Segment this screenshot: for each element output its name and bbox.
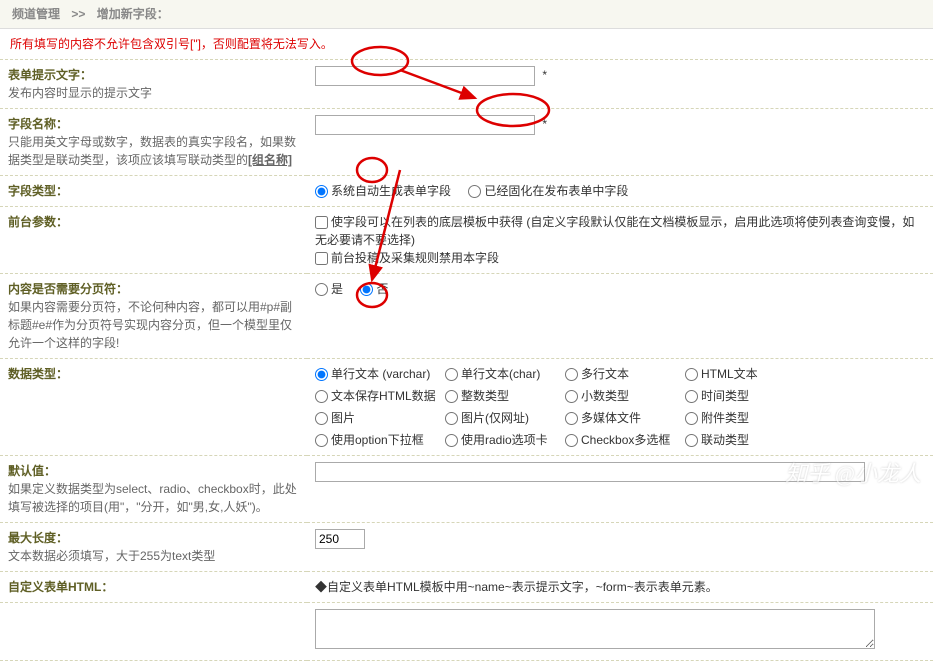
- label-fieldtype: 字段类型：: [8, 184, 68, 198]
- crumb-a: 频道管理: [12, 7, 60, 21]
- desc-fieldname: 只能用英文字母或数字，数据表的真实字段名，如果数据类型是联动类型，该项应该填写联…: [8, 135, 296, 167]
- input-default[interactable]: [315, 462, 865, 482]
- warning-text: 所有填写的内容不允许包含双引号["]，否则配置将无法写入。: [0, 29, 933, 60]
- breadcrumb: 频道管理 >> 增加新字段：: [0, 0, 933, 29]
- datatype-grid: 单行文本 (varchar) 单行文本(char) 多行文本 HTML文本 文本…: [315, 365, 925, 449]
- input-field-name[interactable]: [315, 115, 535, 135]
- crumb-sep: >>: [71, 7, 85, 21]
- dt-image[interactable]: 图片: [315, 409, 445, 427]
- star-1: *: [542, 68, 547, 82]
- form-table: 表单提示文字： 发布内容时显示的提示文字 * 字段名称： 只能用英文字母或数字，…: [0, 60, 933, 661]
- label-maxlen: 最大长度：: [8, 531, 68, 545]
- label-fieldname: 字段名称：: [8, 117, 68, 131]
- dt-media[interactable]: 多媒体文件: [565, 409, 685, 427]
- label-customhtml: 自定义表单HTML：: [8, 580, 113, 594]
- radio-fieldtype-fixed[interactable]: 已经固化在发布表单中字段: [468, 182, 628, 200]
- radio-fieldtype-auto[interactable]: 系统自动生成表单字段: [315, 182, 451, 200]
- desc-pagebreak: 如果内容需要分页符，不论何种内容，都可以用#p#副标题#e#作为分页符号实现内容…: [8, 300, 292, 350]
- dt-link[interactable]: 联动类型: [685, 431, 805, 449]
- dt-multitext[interactable]: 多行文本: [565, 365, 685, 383]
- dt-float[interactable]: 小数类型: [565, 387, 685, 405]
- input-maxlen[interactable]: [315, 529, 365, 549]
- dt-int[interactable]: 整数类型: [445, 387, 565, 405]
- label-default: 默认值：: [8, 464, 56, 478]
- dt-texthtml[interactable]: 文本保存HTML数据: [315, 387, 445, 405]
- dt-varchar[interactable]: 单行文本 (varchar): [315, 365, 445, 383]
- dt-attach[interactable]: 附件类型: [685, 409, 805, 427]
- dt-checkbox[interactable]: Checkbox多选框: [565, 431, 685, 449]
- crumb-b: 增加新字段：: [97, 7, 169, 21]
- label-datatype: 数据类型：: [8, 367, 68, 381]
- radio-page-no[interactable]: 否: [360, 280, 388, 298]
- desc-default: 如果定义数据类型为select、radio、checkbox时，此处填写被选择的…: [8, 482, 297, 514]
- checkbox-listfield[interactable]: 使字段可以在列表的底层模板中获得 (自定义字段默认仅能在文档模板显示，启用此选项…: [315, 215, 914, 247]
- desc-maxlen: 文本数据必须填写，大于255为text类型: [8, 549, 215, 563]
- dt-radio[interactable]: 使用radio选项卡: [445, 431, 565, 449]
- label-pagebreak: 内容是否需要分页符：: [8, 282, 128, 296]
- star-2: *: [542, 117, 547, 131]
- checkbox-disablefront[interactable]: 前台投稿及采集规则禁用本字段: [315, 251, 499, 265]
- dt-time[interactable]: 时间类型: [685, 387, 805, 405]
- dt-htmltext[interactable]: HTML文本: [685, 365, 805, 383]
- radio-page-yes[interactable]: 是: [315, 280, 343, 298]
- input-tip-text[interactable]: [315, 66, 535, 86]
- textarea-customhtml[interactable]: [315, 609, 875, 649]
- label-tip: 表单提示文字：: [8, 68, 92, 82]
- desc-customhtml: ◆自定义表单HTML模板中用~name~表示提示文字，~form~表示表单元素。: [315, 580, 718, 594]
- desc-tip: 发布内容时显示的提示文字: [8, 86, 152, 100]
- dt-option[interactable]: 使用option下拉框: [315, 431, 445, 449]
- label-frontparam: 前台参数：: [8, 215, 68, 229]
- dt-char[interactable]: 单行文本(char): [445, 365, 565, 383]
- dt-imageurl[interactable]: 图片(仅网址): [445, 409, 565, 427]
